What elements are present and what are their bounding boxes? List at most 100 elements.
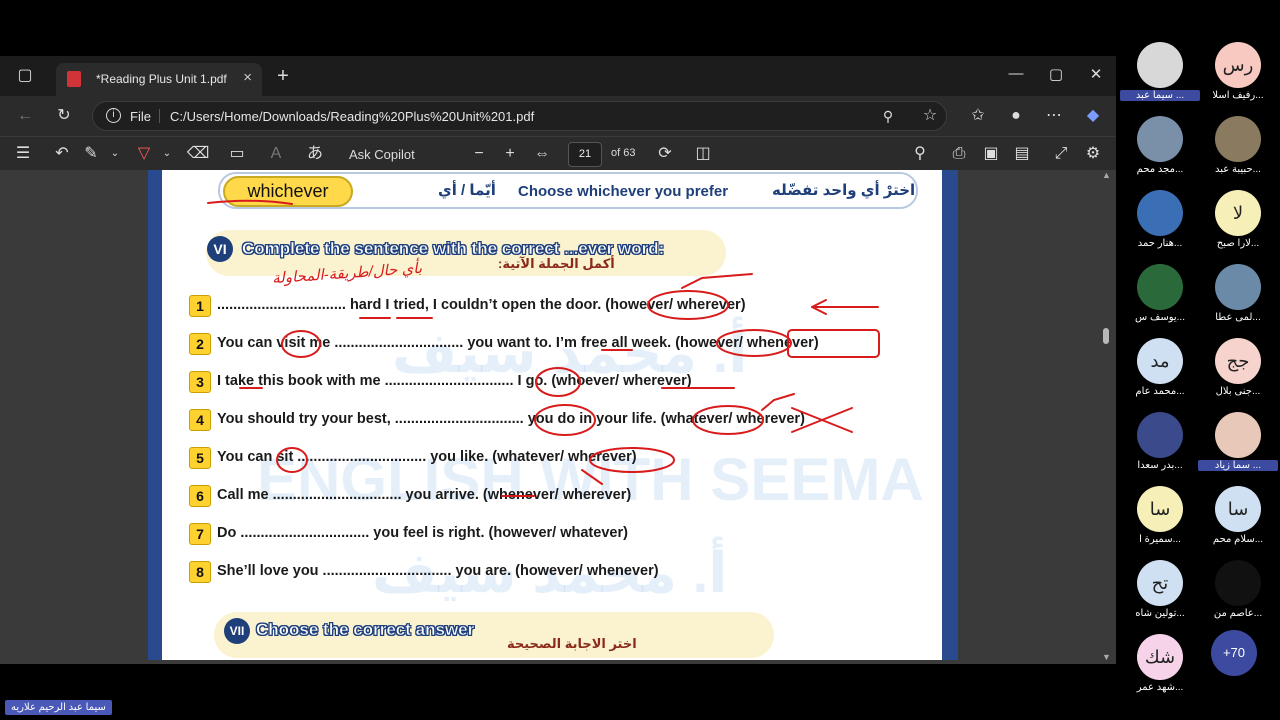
pdf-viewer[interactable]: أ. محمد سيف ENGLISH WITH SEEMA أ. محمد س… — [0, 170, 1116, 664]
ink-circle — [716, 329, 792, 357]
participant-avatar — [1137, 264, 1183, 310]
save-icon[interactable]: ▣ — [978, 141, 1004, 167]
participant-avatar — [1137, 116, 1183, 162]
participant-tile[interactable]: هنار حمد... — [1120, 190, 1200, 264]
tab-title: *Reading Plus Unit 1.pdf — [96, 72, 227, 86]
participant-tile[interactable]: سيما عبد ... — [1120, 42, 1200, 116]
address-bar-row: ← ↻ i File C:/Users/Home/Downloads/Readi… — [0, 96, 1116, 136]
save-as-icon[interactable]: ▤ — [1009, 141, 1035, 167]
address-bar[interactable]: i File C:/Users/Home/Downloads/Reading%2… — [92, 101, 947, 131]
url-text[interactable]: C:/Users/Home/Downloads/Reading%20Plus%2… — [170, 109, 534, 124]
ink-stroke — [681, 273, 753, 289]
close-window-icon[interactable]: ✕ — [1076, 65, 1116, 83]
url-separator — [159, 109, 160, 123]
participant-avatar — [1137, 42, 1183, 88]
participant-avatar — [1137, 190, 1183, 236]
search-icon[interactable]: ⚲ — [907, 141, 933, 167]
participant-tile[interactable]: مد محمد عام... — [1120, 338, 1200, 412]
participant-tile[interactable]: عاصم من... — [1198, 560, 1278, 634]
undo-icon[interactable]: ↶ — [49, 141, 75, 167]
highlight-icon[interactable]: ✎ — [78, 141, 104, 167]
more-participants-button[interactable]: +70 — [1211, 630, 1257, 676]
page-view-icon[interactable]: ◫ — [690, 141, 716, 167]
tab-pdf[interactable]: *Reading Plus Unit 1.pdf × — [56, 63, 262, 96]
participant-name: جنى بلال... — [1215, 386, 1261, 397]
scroll-thumb[interactable] — [1103, 328, 1109, 344]
zoom-in-icon[interactable]: + — [497, 141, 523, 167]
participant-tile[interactable]: لمى عطا... — [1198, 264, 1278, 338]
participant-name: تولين شاه... — [1135, 608, 1185, 619]
participant-tile[interactable]: رس رفيف اسلا... — [1198, 42, 1278, 116]
participant-tile[interactable]: سا سلام محم... — [1198, 486, 1278, 560]
ink-circle — [589, 447, 675, 473]
participant-tile[interactable]: سا سميرة أ... — [1120, 486, 1200, 560]
read-aloud-icon[interactable]: A — [263, 141, 289, 167]
minimize-icon[interactable]: — — [996, 65, 1036, 82]
participant-avatar — [1215, 264, 1261, 310]
participant-name: يوسف س... — [1134, 312, 1185, 323]
participant-avatar: سا — [1137, 486, 1183, 532]
participant-name: بدر سعدا... — [1137, 460, 1183, 471]
self-name-label: سيما عبد الرحيم علاريه — [5, 700, 112, 715]
participant-tile[interactable]: يوسف س... — [1120, 264, 1200, 338]
ink-circle — [534, 404, 596, 436]
participant-avatar: مد — [1137, 338, 1183, 384]
favorites-icon[interactable]: ✩ — [965, 103, 991, 129]
participant-tile[interactable]: سما زياد ... — [1198, 412, 1278, 486]
chevron-down-icon[interactable]: ⌄ — [102, 141, 128, 167]
pdf-toolbar: ☰ ↶ ✎ ⌄ ▽ ⌄ ⌫ ▭ A あ Ask Copilot − + ⇔ 21… — [0, 136, 1116, 170]
participant-name: هنار حمد... — [1137, 238, 1183, 249]
ink-arrow — [811, 299, 879, 315]
fit-page-icon[interactable]: ⇔ — [529, 141, 555, 167]
participant-tile[interactable]: شك شهد عمر... — [1120, 634, 1200, 708]
page-count: of 63 — [611, 147, 636, 159]
scroll-down-icon[interactable]: ▼ — [1102, 652, 1111, 662]
favorite-star-icon[interactable]: ☆ — [917, 103, 943, 129]
participant-tile[interactable]: مجد محم... — [1120, 116, 1200, 190]
ink-circle — [276, 447, 308, 473]
print-icon[interactable]: ⎙ — [946, 141, 972, 167]
participant-avatar: لا — [1215, 190, 1261, 236]
participant-tile[interactable]: بدر سعدا... — [1120, 412, 1200, 486]
scrollbar[interactable]: ▲ ▼ — [1100, 170, 1112, 664]
zoom-out-icon[interactable]: − — [466, 141, 492, 167]
erase-icon[interactable]: ⌫ — [185, 141, 211, 167]
participant-avatar: رس — [1215, 42, 1261, 88]
scroll-up-icon[interactable]: ▲ — [1102, 170, 1111, 180]
settings-gear-icon[interactable]: ⚙ — [1080, 141, 1106, 167]
ink-stroke — [581, 469, 603, 485]
chevron-down-icon[interactable]: ⌄ — [154, 141, 180, 167]
pdf-file-icon — [67, 71, 81, 87]
refresh-icon[interactable]: ↻ — [51, 103, 77, 129]
ask-copilot-button[interactable]: Ask Copilot — [349, 147, 415, 162]
info-icon[interactable]: i — [106, 108, 121, 123]
participant-tile[interactable]: جج جنى بلال... — [1198, 338, 1278, 412]
participant-name: لارا صبح... — [1216, 238, 1260, 249]
contents-icon[interactable]: ☰ — [10, 141, 36, 167]
page-number-input[interactable]: 21 — [568, 142, 602, 167]
fullscreen-icon[interactable]: ⤢ — [1048, 141, 1074, 167]
copilot-icon[interactable]: ◆ — [1080, 103, 1106, 129]
text-box-icon[interactable]: ▭ — [224, 141, 250, 167]
translate-icon[interactable]: あ — [302, 141, 328, 167]
ink-box — [787, 329, 880, 358]
new-tab-icon[interactable]: + — [270, 63, 296, 89]
back-icon[interactable]: ← — [12, 103, 38, 129]
participant-avatar — [1137, 412, 1183, 458]
ink-circle — [281, 330, 321, 358]
rotate-icon[interactable]: ⟳ — [652, 141, 678, 167]
pdf-page: أ. محمد سيف ENGLISH WITH SEEMA أ. محمد س… — [148, 170, 958, 660]
profile-avatar[interactable]: ● — [1003, 103, 1029, 129]
participant-tile[interactable]: حبيبة عبد... — [1198, 116, 1278, 190]
close-tab-icon[interactable]: × — [243, 69, 252, 86]
ink-annotations — [207, 199, 880, 497]
more-menu-icon[interactable]: ⋯ — [1041, 103, 1067, 129]
zoom-icon[interactable]: ⚲ — [875, 103, 901, 129]
maximize-icon[interactable]: ▢ — [1036, 65, 1076, 83]
tab-actions-icon[interactable]: ▢ — [12, 63, 38, 89]
participant-name: لمى عطا... — [1215, 312, 1261, 323]
participant-name: سيما عبد ... — [1120, 90, 1200, 101]
participant-tile[interactable]: لا لارا صبح... — [1198, 190, 1278, 264]
participant-tile[interactable]: تح تولين شاه... — [1120, 560, 1200, 634]
participant-name: مجد محم... — [1136, 164, 1184, 175]
